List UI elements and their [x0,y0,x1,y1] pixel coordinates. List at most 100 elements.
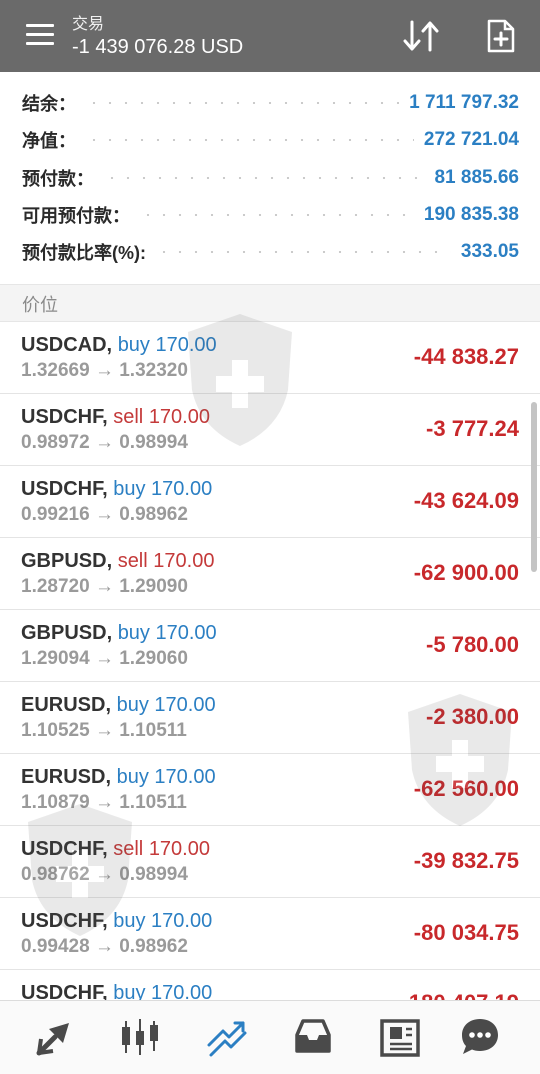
history-inbox-nav-icon[interactable] [291,1015,335,1059]
position-row[interactable]: EURUSD, buy 170.00 1.10525 → 1.10511 -2 … [0,682,540,754]
position-type: sell [113,838,144,860]
position-volume: 170.00 [151,982,213,1000]
position-profit: -2 380.00 [426,704,519,729]
position-header: EURUSD, buy 170.00 [21,694,216,717]
position-row[interactable]: USDCHF, buy 170.00 0.99428 → 0.98962 -80… [0,898,540,970]
position-symbol: EURUSD, [21,694,112,716]
dotted-leader [140,214,414,216]
position-prices: 1.10879 → 1.10511 [21,792,187,813]
position-header: GBPUSD, buy 170.00 [21,622,217,645]
position-profit: -180 407.19 [402,990,519,1000]
summary-label: 预付款比率(%): [22,243,146,263]
position-type: buy [113,478,146,500]
position-row[interactable]: USDCHF, buy 170.00 0.99216 → 0.98962 -43… [0,466,540,538]
summary-value: 1 711 797.32 [409,92,519,113]
summary-value: 190 835.38 [423,204,519,225]
position-header: USDCHF, buy 170.00 [21,478,212,501]
chart-candles-nav-icon[interactable] [118,1015,162,1059]
position-volume: 170.00 [148,406,210,428]
position-prices: 1.10525 → 1.10511 [21,720,187,741]
position-profit: -43 624.09 [413,488,519,513]
header-subtitle: 交易 [72,16,105,33]
dotted-leader [156,251,451,253]
list-scrollbar[interactable] [531,402,537,572]
position-header: USDCHF, buy 170.00 [21,910,212,933]
trade-nav-icon[interactable] [205,1015,249,1059]
position-volume: 170.00 [154,694,216,716]
new-order-document-icon[interactable] [484,18,518,54]
summary-row-margin: 预付款： 81 885.66 [22,160,519,196]
position-header: GBPUSD, sell 170.00 [21,550,214,573]
position-profit: -44 838.27 [413,344,519,369]
position-type: sell [117,550,148,572]
summary-row-margin-level: 预付款比率(%): 333.05 [22,234,519,270]
position-symbol: USDCHF, [21,406,108,428]
position-profit: -62 900.00 [413,560,519,585]
header-total-profit: -1 439 076.28 USD [72,36,244,58]
position-prices: 0.98972 → 0.98994 [21,432,188,453]
bottom-navigation [0,1000,540,1074]
position-symbol: USDCAD, [21,334,113,356]
position-type: buy [113,910,146,932]
position-symbol: USDCHF, [21,838,108,860]
summary-value: 81 885.66 [434,167,519,188]
position-volume: 170.00 [154,766,216,788]
position-symbol: USDCHF, [21,982,108,1000]
position-row[interactable]: GBPUSD, sell 170.00 1.28720 → 1.29090 -6… [0,538,540,610]
position-header: EURUSD, buy 170.00 [21,766,216,789]
position-prices: 0.99216 → 0.98962 [21,504,188,525]
position-volume: 170.00 [151,478,213,500]
position-prices: 1.29094 → 1.29060 [21,648,188,669]
position-volume: 170.00 [155,622,217,644]
quotes-nav-icon[interactable] [33,1015,77,1059]
position-prices: 0.99428 → 0.98962 [21,936,188,957]
position-profit: -80 034.75 [413,920,519,945]
position-symbol: GBPUSD, [21,550,113,572]
position-header: USDCHF, sell 170.00 [21,406,210,429]
summary-value: 272 721.04 [423,129,519,150]
app-header: 交易 -1 439 076.28 USD [0,0,540,72]
account-summary: 结余： 1 711 797.32 净值： 272 721.04 预付款： 81 … [0,72,540,284]
position-prices: 1.28720 → 1.29090 [21,576,188,597]
summary-row-free-margin: 可用预付款： 190 835.38 [22,197,519,233]
summary-value: 333.05 [460,241,519,262]
position-profit: -3 777.24 [426,416,519,441]
section-title: 价位 [22,295,58,315]
position-header: USDCHF, buy 170.00 [21,982,212,1000]
position-row[interactable]: GBPUSD, buy 170.00 1.29094 → 1.29060 -5 … [0,610,540,682]
position-symbol: USDCHF, [21,910,108,932]
position-prices: 1.32669 → 1.32320 [21,360,188,381]
position-row[interactable]: EURUSD, buy 170.00 1.10879 → 1.10511 -62… [0,754,540,826]
summary-label: 结余： [22,94,76,114]
chat-nav-icon[interactable] [458,1015,502,1059]
summary-label: 预付款： [22,169,94,189]
position-symbol: EURUSD, [21,766,112,788]
position-type: buy [113,982,146,1000]
dotted-leader [86,102,400,104]
dotted-leader [86,139,414,141]
position-profit: -39 832.75 [413,848,519,873]
position-profit: -5 780.00 [426,632,519,657]
summary-label: 净值： [22,131,76,151]
position-header: USDCAD, buy 170.00 [21,334,217,357]
position-row[interactable]: USDCHF, sell 170.00 0.98972 → 0.98994 -3… [0,394,540,466]
positions-section-header: 价位 [0,284,540,322]
position-profit: -62 560.00 [413,776,519,801]
position-volume: 170.00 [153,550,215,572]
sort-arrows-icon[interactable] [402,18,442,54]
position-symbol: GBPUSD, [21,622,113,644]
news-nav-icon[interactable] [378,1015,422,1059]
positions-list[interactable]: USDCAD, buy 170.00 1.32669 → 1.32320 -44… [0,322,540,1000]
position-header: USDCHF, sell 170.00 [21,838,210,861]
hamburger-menu-icon[interactable] [26,24,56,48]
position-prices: 0.98762 → 0.98994 [21,864,188,885]
position-volume: 170.00 [155,334,217,356]
position-row[interactable]: USDCHF, buy 170.00 -180 407.19 [0,970,540,1000]
position-row[interactable]: USDCAD, buy 170.00 1.32669 → 1.32320 -44… [0,322,540,394]
summary-label: 可用预付款： [22,206,130,226]
summary-row-balance: 结余： 1 711 797.32 [22,85,519,121]
position-type: buy [116,766,149,788]
position-type: buy [116,694,149,716]
position-row[interactable]: USDCHF, sell 170.00 0.98762 → 0.98994 -3… [0,826,540,898]
dotted-leader [104,177,425,179]
